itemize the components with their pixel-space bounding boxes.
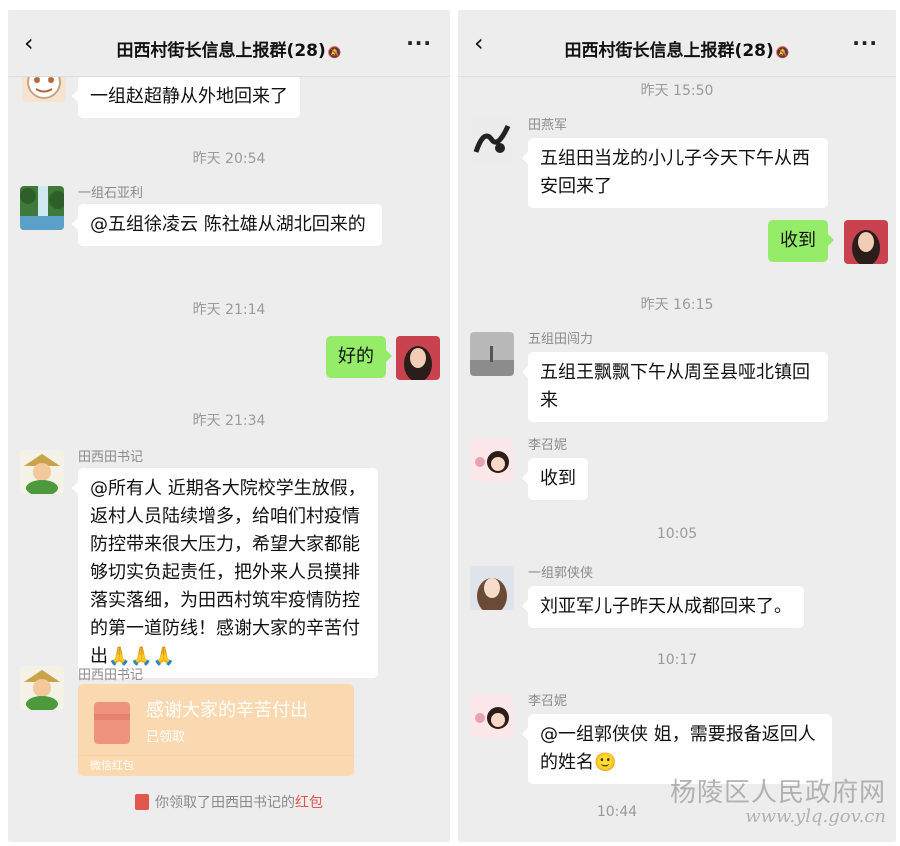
more-options-icon[interactable]: ··· [406, 33, 432, 53]
chat-header: ‹ 田西村街长信息上报群(28) 🔕 ··· [8, 10, 450, 77]
message-bubble[interactable]: 刘亚军儿子昨天从成都回来了。 [522, 586, 804, 628]
bell-muted-icon: 🔕 [327, 46, 342, 59]
message-bubble[interactable]: @五组徐凌云 陈社雄从湖北回来的 [72, 204, 382, 246]
timestamp: 昨天 21:34 [192, 413, 266, 429]
sender-name: 李召妮 [528, 438, 568, 453]
chat-title: 田西村街长信息上报群(28) 🔕 [564, 41, 790, 61]
farmer-cartoon-avatar-icon [20, 450, 64, 494]
ink-painting-avatar-icon [470, 118, 514, 162]
bell-muted-icon: 🔕 [775, 46, 790, 59]
more-options-icon[interactable]: ··· [852, 33, 878, 53]
back-arrow-icon[interactable]: ‹ [474, 31, 496, 55]
sender-name: 田西田书记 [78, 450, 144, 465]
avatar[interactable] [470, 332, 514, 376]
avatar-self[interactable] [396, 336, 440, 380]
sender-name: 李召妮 [528, 694, 568, 709]
timestamp: 昨天 21:14 [192, 302, 266, 318]
message-bubble-mine[interactable]: 收到 [768, 220, 834, 262]
sender-name: 田西田书记 [78, 668, 144, 683]
portrait-avatar-icon [470, 566, 514, 610]
sender-name: 田燕军 [528, 118, 568, 133]
message-bubble[interactable]: @所有人 近期各大院校学生放假，返村人员陆续增多，给咱们村疫情防控带来很大压力，… [72, 468, 378, 678]
cartoon-girl-avatar-icon [470, 694, 514, 738]
back-arrow-icon[interactable]: ‹ [24, 31, 46, 55]
sender-name: 一组郭侠侠 [528, 566, 594, 581]
chat-title: 田西村街长信息上报群(28) 🔕 [116, 41, 342, 61]
farmer-cartoon-avatar-icon [20, 666, 64, 710]
red-packet-message[interactable]: 感谢大家的辛苦付出 已领取 微信红包 [78, 684, 354, 776]
sender-name: 五组田闯力 [528, 332, 594, 347]
red-packet-link[interactable]: 红包 [295, 795, 323, 811]
message-bubble[interactable]: 五组王飘飘下午从周至县哑北镇回来 [522, 352, 828, 422]
waterfall-avatar-icon [20, 186, 64, 230]
sender-name: 一组石亚利 [78, 186, 144, 201]
message-bubble[interactable]: 收到 [522, 458, 588, 500]
chat-window-left: ‹ 田西村街长信息上报群(28) 🔕 ··· 一组赵超静从外地回来了 昨天 20:… [8, 10, 450, 842]
timestamp: 10:05 [656, 526, 698, 542]
portrait-avatar-icon [396, 336, 440, 380]
message-bubble[interactable]: 一组赵超静从外地回来了 [72, 76, 300, 118]
red-packet-footer: 微信红包 [78, 755, 354, 776]
avatar[interactable] [20, 186, 64, 230]
avatar[interactable] [20, 666, 64, 710]
avatar[interactable] [470, 566, 514, 610]
foggy-landscape-avatar-icon [470, 332, 514, 376]
avatar[interactable] [470, 118, 514, 162]
avatar[interactable] [20, 450, 64, 494]
watermark-text: 杨陵区人民政府网 [669, 778, 886, 808]
chat-window-right: ‹ 田西村街长信息上报群(28) 🔕 ··· 昨天 15:50 田燕军 五组田当龙… [458, 10, 896, 842]
message-bubble[interactable]: 五组田当龙的小儿子今天下午从西安回来了 [522, 138, 828, 208]
emoji: 🙂 [594, 752, 617, 773]
red-envelope-icon [135, 794, 149, 810]
red-packet-title: 感谢大家的辛苦付出 [146, 700, 308, 721]
timestamp: 10:17 [656, 652, 698, 668]
timestamp: 昨天 15:50 [640, 83, 714, 99]
timestamp: 昨天 20:54 [192, 151, 266, 167]
timestamp: 昨天 16:15 [640, 297, 714, 313]
message-bubble-mine[interactable]: 好的 [326, 336, 392, 378]
watermark-url: www.ylq.gov.cn [745, 806, 886, 827]
avatar-self[interactable] [844, 220, 888, 264]
chat-header: ‹ 田西村街长信息上报群(28) 🔕 ··· [458, 10, 896, 77]
red-packet-status: 已领取 [146, 730, 186, 745]
system-note: 你领取了田西田书记的红包 [8, 792, 450, 812]
red-envelope-icon [94, 702, 130, 744]
cartoon-girl-avatar-icon [470, 438, 514, 482]
portrait-avatar-icon [844, 220, 888, 264]
avatar[interactable] [470, 694, 514, 738]
avatar[interactable] [470, 438, 514, 482]
